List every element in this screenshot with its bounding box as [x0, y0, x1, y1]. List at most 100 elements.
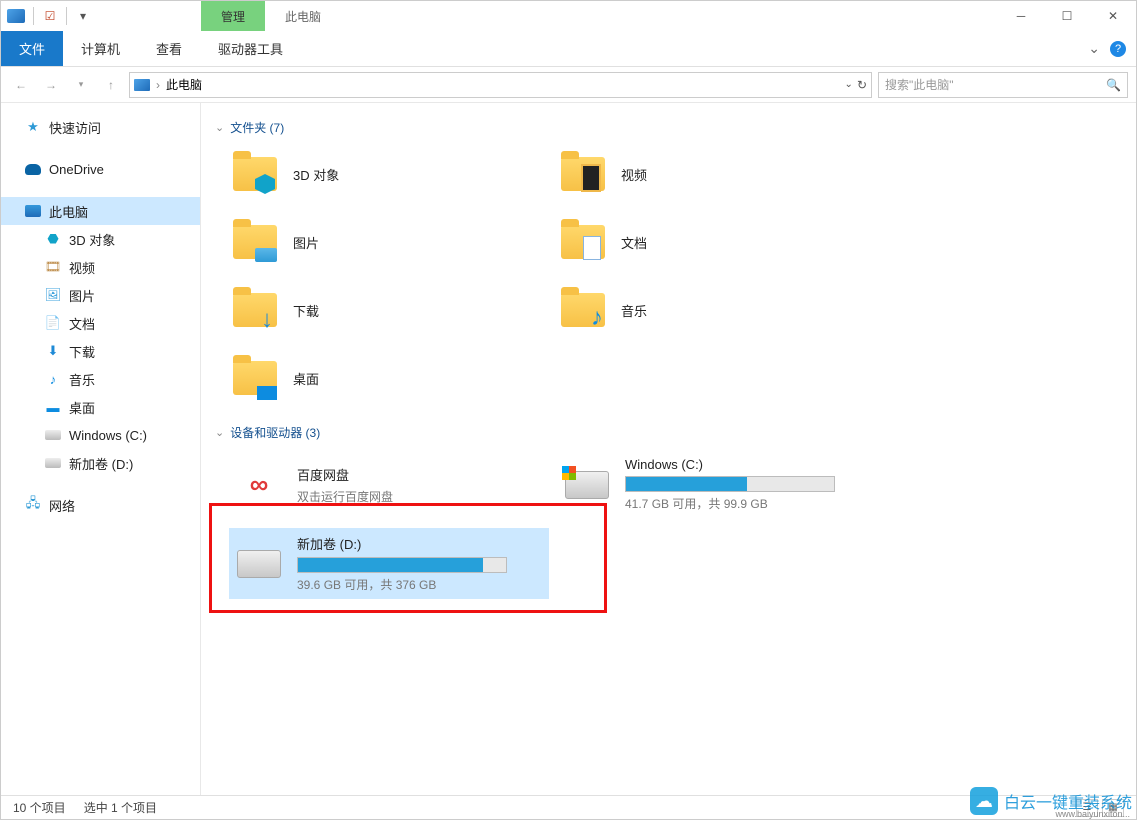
baidu-icon: ∞	[235, 463, 283, 507]
drive-name: 百度网盘	[297, 465, 543, 484]
sidebar-item-label: 音乐	[69, 370, 95, 389]
tab-view[interactable]: 查看	[138, 31, 200, 66]
sidebar-quick-access[interactable]: ★ 快速访问	[1, 113, 200, 141]
contextual-tab-manage: 管理	[201, 1, 265, 31]
location-icon	[134, 79, 150, 91]
folder-icon	[559, 152, 607, 196]
ribbon: 文件 计算机 查看 驱动器工具 ⌄ ?	[1, 31, 1136, 67]
drive-baidu[interactable]: ∞ 百度网盘 双击运行百度网盘	[229, 451, 549, 518]
item-label: 3D 对象	[293, 165, 339, 184]
folder-icon: ♪	[559, 288, 607, 332]
folder-icon	[231, 356, 279, 400]
watermark-url: www.baiyunxiton...	[1055, 809, 1130, 819]
sidebar-this-pc[interactable]: 此电脑	[1, 197, 200, 225]
refresh-icon[interactable]: ↻	[857, 78, 867, 92]
folder-icon	[559, 220, 607, 264]
status-selected-count: 选中 1 个项目	[84, 799, 157, 816]
video-icon: 🎞	[45, 259, 61, 275]
network-icon: 🖧	[25, 497, 41, 513]
drive-icon	[235, 542, 283, 586]
folder-downloads[interactable]: ↓下载	[229, 282, 549, 338]
sidebar-drive-d[interactable]: 新加卷 (D:)	[1, 449, 200, 477]
sidebar-item-label: Windows (C:)	[69, 428, 147, 443]
chevron-right-icon[interactable]: ›	[156, 78, 160, 92]
folder-documents[interactable]: 文档	[557, 214, 877, 270]
tab-drive-tools[interactable]: 驱动器工具	[200, 31, 301, 66]
minimize-button[interactable]: ─	[998, 1, 1044, 31]
pc-icon	[25, 203, 41, 219]
back-button[interactable]: ←	[9, 73, 33, 97]
sidebar-item-label: OneDrive	[49, 162, 104, 177]
sidebar-videos[interactable]: 🎞视频	[1, 253, 200, 281]
sidebar-item-label: 桌面	[69, 398, 95, 417]
qat-dropdown-icon[interactable]: ▾	[75, 8, 91, 24]
sidebar-item-label: 文档	[69, 314, 95, 333]
sidebar-drive-c[interactable]: Windows (C:)	[1, 421, 200, 449]
search-placeholder: 搜索"此电脑"	[885, 76, 954, 93]
drive-icon	[45, 427, 61, 443]
sidebar-desktop[interactable]: ▬ 桌面	[1, 393, 200, 421]
drive-c[interactable]: Windows (C:) 41.7 GB 可用，共 99.9 GB	[557, 451, 877, 518]
status-item-count: 10 个项目	[13, 799, 66, 816]
download-icon: ⬇	[45, 343, 61, 359]
sidebar-3d-objects[interactable]: ⬣3D 对象	[1, 225, 200, 253]
desktop-icon: ▬	[45, 399, 61, 415]
music-icon: ♪	[45, 371, 61, 387]
forward-button[interactable]: →	[39, 73, 63, 97]
ribbon-collapse-icon[interactable]: ⌄	[1088, 40, 1100, 57]
sidebar-onedrive[interactable]: OneDrive	[1, 155, 200, 183]
folder-music[interactable]: ♪ 音乐	[557, 282, 877, 338]
group-header-drives[interactable]: ⌄ 设备和驱动器 (3)	[215, 424, 1122, 441]
maximize-button[interactable]: ☐	[1044, 1, 1090, 31]
star-icon: ★	[25, 119, 41, 135]
drive-subtitle: 双击运行百度网盘	[297, 488, 543, 505]
picture-icon: 🖼	[45, 287, 61, 303]
address-dropdown-icon[interactable]: ⌄	[845, 79, 853, 90]
group-header-folders[interactable]: ⌄ 文件夹 (7)	[215, 119, 1122, 136]
sidebar-music[interactable]: ♪ 音乐	[1, 365, 200, 393]
drive-d[interactable]: 新加卷 (D:) 39.6 GB 可用，共 376 GB	[229, 528, 549, 599]
drive-name: Windows (C:)	[625, 457, 871, 472]
folder-icon: ↓	[231, 288, 279, 332]
close-button[interactable]: ✕	[1090, 1, 1136, 31]
folder-pictures[interactable]: 图片	[229, 214, 549, 270]
navigation-pane: ★ 快速访问 OneDrive 此电脑 ⬣3D 对象 🎞视频 🖼图片 📄 文档 ⬇下…	[1, 103, 201, 795]
drive-status: 41.7 GB 可用，共 99.9 GB	[625, 495, 871, 512]
navbar: ← → ▾ ↑ › 此电脑 ⌄ ↻ 搜索"此电脑" 🔍	[1, 67, 1136, 103]
document-icon: 📄	[45, 315, 61, 331]
folder-desktop[interactable]: 桌面	[229, 350, 549, 406]
address-location: 此电脑	[166, 76, 202, 93]
qat-properties-icon[interactable]: ☑	[42, 8, 58, 24]
cloud-icon	[25, 161, 41, 177]
content-pane: ⌄ 文件夹 (7) 3D 对象 视频 图片 文档 ↓下载 ♪ 音乐 桌面 ⌄ 设备…	[201, 103, 1136, 795]
chevron-down-icon[interactable]: ⌄	[215, 121, 224, 134]
sidebar-item-label: 快速访问	[49, 118, 101, 137]
drive-usage-bar	[625, 476, 835, 492]
sidebar-documents[interactable]: 📄 文档	[1, 309, 200, 337]
address-bar[interactable]: › 此电脑 ⌄ ↻	[129, 72, 872, 98]
sidebar-downloads[interactable]: ⬇下载	[1, 337, 200, 365]
titlebar: ☑ ▾ 管理 此电脑 ─ ☐ ✕	[1, 1, 1136, 31]
drive-icon	[563, 463, 611, 507]
folder-icon	[231, 152, 279, 196]
item-label: 音乐	[621, 301, 647, 320]
help-icon[interactable]: ?	[1110, 41, 1126, 57]
watermark-logo-icon: ☁	[970, 787, 998, 815]
up-button[interactable]: ↑	[99, 73, 123, 97]
group-header-label: 文件夹 (7)	[230, 119, 284, 136]
folder-icon	[231, 220, 279, 264]
tab-computer[interactable]: 计算机	[63, 31, 138, 66]
drive-usage-bar	[297, 557, 507, 573]
sidebar-pictures[interactable]: 🖼图片	[1, 281, 200, 309]
sidebar-network[interactable]: 🖧网络	[1, 491, 200, 519]
folder-videos[interactable]: 视频	[557, 146, 877, 202]
tab-file[interactable]: 文件	[1, 31, 63, 66]
search-input[interactable]: 搜索"此电脑" 🔍	[878, 72, 1128, 98]
item-label: 图片	[293, 233, 319, 252]
app-icon	[7, 9, 25, 23]
recent-dropdown-icon[interactable]: ▾	[69, 73, 93, 97]
drive-name: 新加卷 (D:)	[297, 534, 543, 553]
chevron-down-icon[interactable]: ⌄	[215, 426, 224, 439]
search-icon[interactable]: 🔍	[1106, 78, 1121, 92]
folder-3d-objects[interactable]: 3D 对象	[229, 146, 549, 202]
